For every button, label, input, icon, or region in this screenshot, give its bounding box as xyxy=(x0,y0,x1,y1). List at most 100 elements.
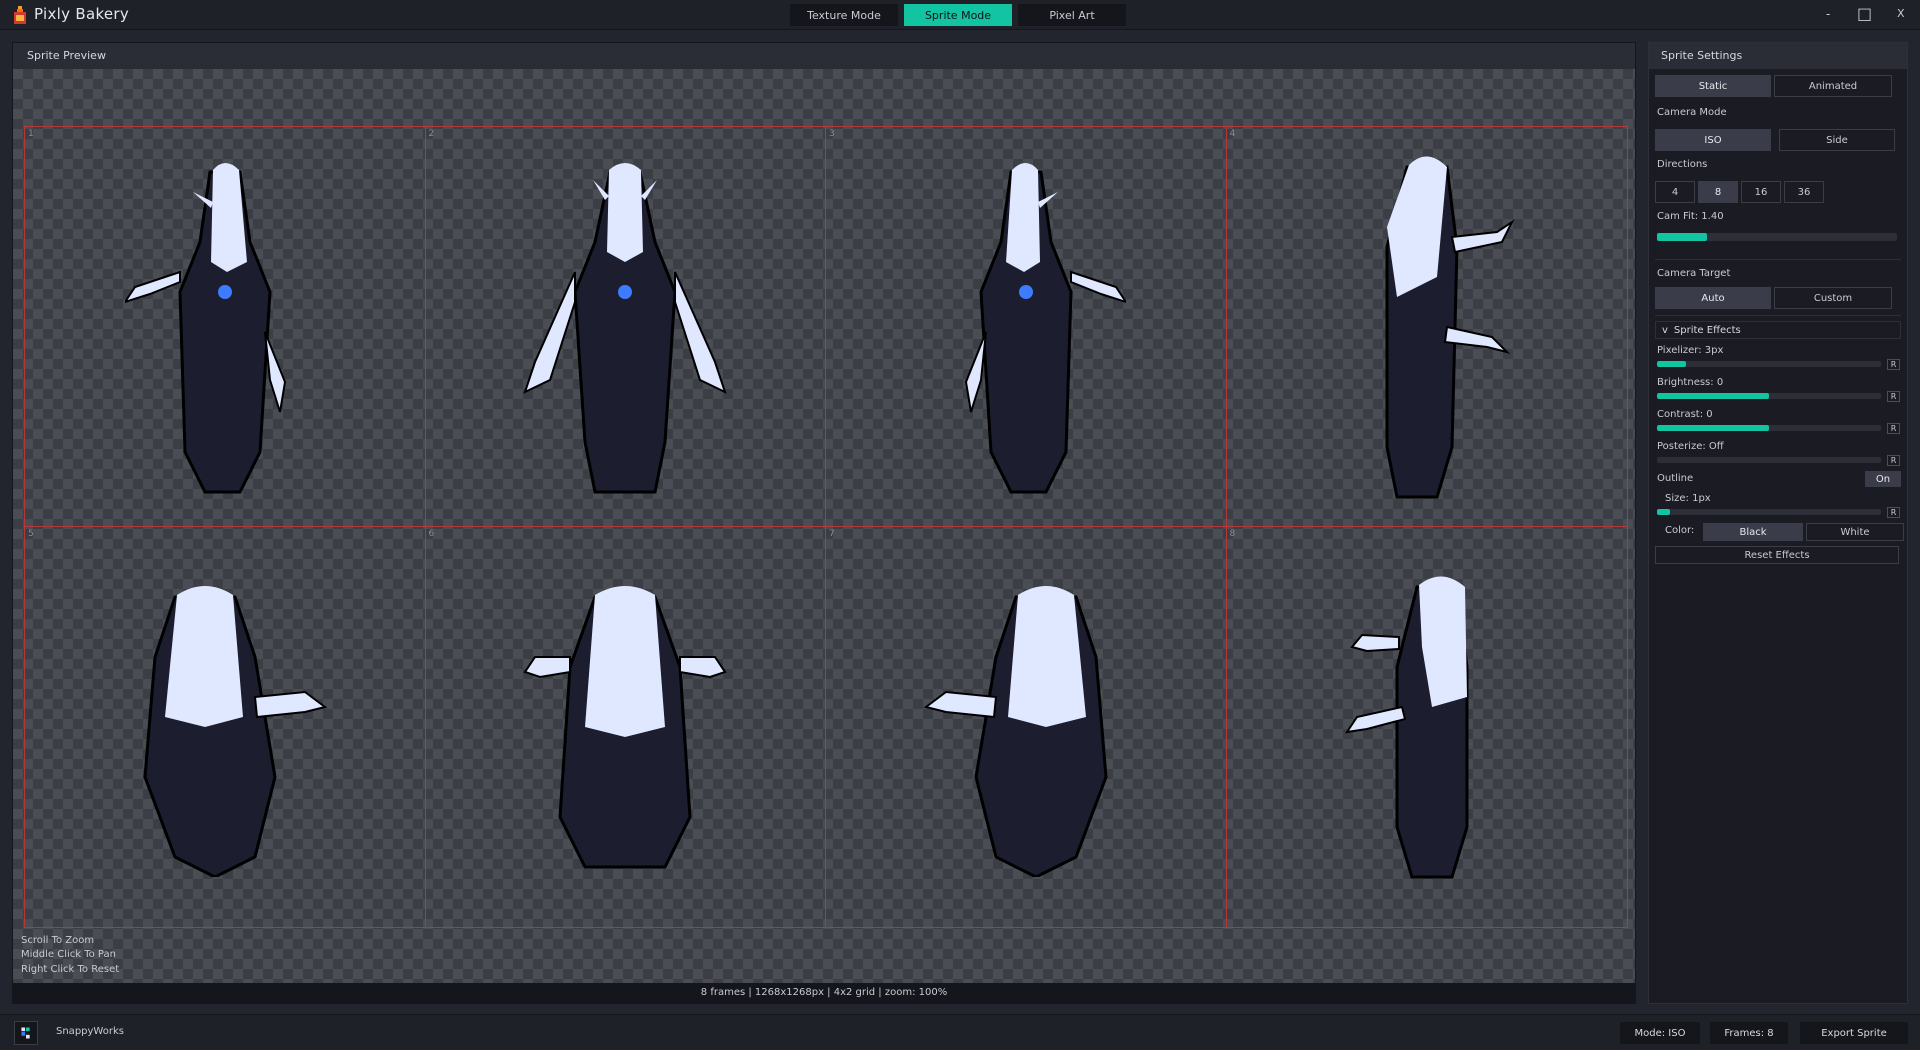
frame-number: 1 xyxy=(28,129,34,139)
posterize-slider[interactable] xyxy=(1657,457,1881,463)
directions-label: Directions xyxy=(1657,159,1708,170)
frame-number: 4 xyxy=(1229,129,1236,139)
preview-status-bar: 8 frames | 1268x1268px | 4x2 grid | zoom… xyxy=(13,983,1635,1003)
panel-title: Sprite Settings xyxy=(1649,43,1907,69)
camera-side-button[interactable]: Side xyxy=(1779,129,1895,151)
tab-sprite-mode[interactable]: Sprite Mode xyxy=(904,4,1012,26)
elf-sprite-frame-1 xyxy=(124,162,286,493)
chevron-down-icon: v xyxy=(1662,324,1668,336)
frame-cell-7: 7 xyxy=(826,527,1227,927)
minimize-icon[interactable]: - xyxy=(1826,7,1830,21)
reset-effects-button[interactable]: Reset Effects xyxy=(1655,546,1899,564)
bottom-bar: SnappyWorks Mode: ISO Frames: 8 Export S… xyxy=(0,1014,1920,1050)
frame-number: 7 xyxy=(829,529,835,539)
elf-sprite-frame-7 xyxy=(923,586,1108,877)
frame-cell-5: 5 xyxy=(25,527,426,927)
frames-indicator: Frames: 8 xyxy=(1710,1022,1788,1044)
camera-mode-label: Camera Mode xyxy=(1657,107,1727,118)
sprite-grid: 1 2 3 4 5 6 7 8 xyxy=(24,126,1628,928)
hint-reset: Right Click To Reset xyxy=(21,964,120,975)
contrast-reset-button[interactable]: R xyxy=(1887,423,1900,434)
slider-fill xyxy=(1657,361,1687,367)
snappyworks-logo-icon xyxy=(14,1021,38,1045)
pixelizer-reset-button[interactable]: R xyxy=(1887,359,1900,370)
bakery-logo-icon xyxy=(14,6,26,24)
pixelizer-label: Pixelizer: 3px xyxy=(1657,345,1724,356)
cam-fit-label: Cam Fit: 1.40 xyxy=(1657,211,1724,222)
tab-static[interactable]: Static xyxy=(1655,75,1771,97)
posterize-label: Posterize: Off xyxy=(1657,441,1724,452)
divider xyxy=(1655,315,1901,316)
frame-cell-3: 3 xyxy=(826,127,1227,527)
elf-sprite-frame-5 xyxy=(143,586,328,877)
outline-toggle[interactable]: On xyxy=(1865,471,1901,487)
outline-color-label: Color: xyxy=(1665,525,1695,536)
sprite-type-tabs: Static Animated xyxy=(1655,75,1892,97)
target-auto-button[interactable]: Auto xyxy=(1655,287,1771,309)
tab-animated[interactable]: Animated xyxy=(1774,75,1892,97)
brightness-label: Brightness: 0 xyxy=(1657,377,1724,388)
mode-tabs: Texture Mode Sprite Mode Pixel Art xyxy=(790,4,1126,26)
frame-number: 3 xyxy=(829,129,835,139)
target-custom-button[interactable]: Custom xyxy=(1774,287,1892,309)
directions-16-button[interactable]: 16 xyxy=(1741,181,1781,203)
hint-pan: Middle Click To Pan xyxy=(21,949,116,960)
slider-fill xyxy=(1657,425,1769,431)
tab-pixel-art[interactable]: Pixel Art xyxy=(1018,4,1126,26)
sprite-effects-label: Sprite Effects xyxy=(1673,324,1741,336)
outline-size-reset-button[interactable]: R xyxy=(1887,507,1900,518)
contrast-label: Contrast: 0 xyxy=(1657,409,1713,420)
outline-size-label: Size: 1px xyxy=(1665,493,1711,504)
frame-cell-8: 8 xyxy=(1227,527,1628,927)
directions-36-button[interactable]: 36 xyxy=(1784,181,1824,203)
brightness-reset-button[interactable]: R xyxy=(1887,391,1900,402)
camera-mode-options: ISO Side xyxy=(1655,129,1895,151)
slider-fill xyxy=(1657,509,1671,515)
sprite-preview-panel: Sprite Preview 1 2 3 4 5 6 7 8 Scroll To… xyxy=(12,42,1636,1004)
close-icon[interactable]: X xyxy=(1897,7,1905,20)
slider-fill xyxy=(1657,393,1769,399)
sprite-effects-header[interactable]: v Sprite Effects xyxy=(1655,321,1901,339)
posterize-reset-button[interactable]: R xyxy=(1887,455,1900,466)
contrast-slider[interactable] xyxy=(1657,425,1881,431)
outline-size-slider[interactable] xyxy=(1657,509,1881,515)
outline-label: Outline xyxy=(1657,473,1694,484)
outline-color-options: Black White xyxy=(1703,523,1904,541)
sprite-settings-panel: Sprite Settings Static Animated Camera M… xyxy=(1648,42,1908,1004)
brand-name: SnappyWorks xyxy=(56,1026,124,1037)
export-sprite-button[interactable]: Export Sprite xyxy=(1800,1022,1908,1044)
elf-sprite-frame-6 xyxy=(523,586,727,869)
frame-number: 5 xyxy=(28,529,34,539)
camera-target-label: Camera Target xyxy=(1657,268,1731,279)
directions-options: 4 8 16 36 xyxy=(1655,181,1824,203)
elf-sprite-frame-8 xyxy=(1344,576,1469,879)
elf-sprite-frame-2 xyxy=(523,162,727,493)
frame-number: 6 xyxy=(428,529,435,539)
hint-zoom: Scroll To Zoom xyxy=(21,935,95,946)
mode-indicator: Mode: ISO xyxy=(1620,1022,1700,1044)
frame-cell-6: 6 xyxy=(426,527,826,927)
brightness-slider[interactable] xyxy=(1657,393,1881,399)
frame-cell-1: 1 xyxy=(25,127,426,527)
divider xyxy=(1655,259,1901,260)
frame-number: 8 xyxy=(1229,529,1236,539)
cam-fit-slider[interactable] xyxy=(1657,233,1897,241)
color-black-button[interactable]: Black xyxy=(1703,523,1803,541)
frame-number: 2 xyxy=(428,129,435,139)
app-title: Pixly Bakery xyxy=(34,5,130,23)
slider-fill xyxy=(1657,233,1708,241)
elf-sprite-frame-3 xyxy=(964,162,1126,493)
frame-cell-4: 4 xyxy=(1226,127,1627,527)
top-bar: Pixly Bakery Texture Mode Sprite Mode Pi… xyxy=(0,0,1920,30)
camera-iso-button[interactable]: ISO xyxy=(1655,129,1771,151)
directions-4-button[interactable]: 4 xyxy=(1655,181,1695,203)
frame-cell-2: 2 xyxy=(425,127,826,527)
directions-8-button[interactable]: 8 xyxy=(1698,181,1738,203)
tab-texture-mode[interactable]: Texture Mode xyxy=(790,4,898,26)
color-white-button[interactable]: White xyxy=(1806,523,1904,541)
pixelizer-slider[interactable] xyxy=(1657,361,1881,367)
preview-canvas[interactable]: 1 2 3 4 5 6 7 8 Scroll To Zoom Middle Cl… xyxy=(13,69,1635,1003)
panel-title: Sprite Preview xyxy=(27,49,106,62)
camera-target-options: Auto Custom xyxy=(1655,287,1892,309)
maximize-icon[interactable]: □ xyxy=(1857,4,1872,23)
